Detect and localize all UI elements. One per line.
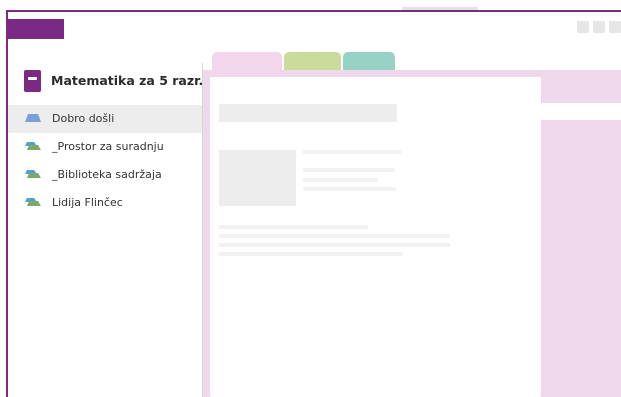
notebook-icon bbox=[24, 70, 41, 92]
image-placeholder bbox=[219, 150, 296, 206]
page-title-placeholder bbox=[219, 104, 397, 122]
section-item-prostor-za-suradnju[interactable]: _Prostor za suradnju bbox=[8, 133, 202, 161]
text-placeholder bbox=[219, 243, 450, 247]
section-icon bbox=[25, 114, 41, 122]
section-label: _Prostor za suradnju bbox=[52, 140, 164, 153]
brand-bar bbox=[8, 19, 64, 39]
window-controls bbox=[577, 21, 621, 33]
section-list: Dobro došli _Prostor za suradnju _Biblio… bbox=[8, 105, 202, 217]
section-group-icon bbox=[25, 170, 41, 178]
text-placeholder bbox=[219, 225, 368, 229]
section-label: _Biblioteka sadržaja bbox=[52, 168, 162, 181]
text-placeholder bbox=[303, 187, 396, 191]
notebook-header[interactable]: Matematika za 5 razr... bbox=[8, 63, 213, 101]
section-label: Lidija Flinčec bbox=[52, 196, 123, 209]
sidebar: Matematika za 5 razr... Dobro došli _Pro… bbox=[8, 63, 213, 397]
section-group-icon bbox=[25, 198, 41, 206]
top-strip bbox=[402, 7, 478, 10]
section-label: Dobro došli bbox=[52, 112, 115, 125]
minimize-button[interactable] bbox=[577, 21, 589, 33]
section-item-lidija-flincec[interactable]: Lidija Flinčec bbox=[8, 189, 202, 217]
section-item-dobro-dosli[interactable]: Dobro došli bbox=[8, 105, 202, 133]
close-button[interactable] bbox=[609, 21, 621, 33]
section-tab-3[interactable] bbox=[343, 52, 395, 72]
section-tab-2[interactable] bbox=[284, 52, 341, 72]
maximize-button[interactable] bbox=[593, 21, 605, 33]
page-canvas[interactable] bbox=[210, 77, 541, 397]
text-placeholder bbox=[219, 252, 403, 256]
notebook-title: Matematika za 5 razr... bbox=[51, 73, 213, 88]
section-tab-1[interactable] bbox=[212, 52, 282, 72]
text-placeholder bbox=[303, 168, 395, 172]
text-placeholder bbox=[219, 234, 450, 238]
page-list-strip bbox=[541, 103, 621, 120]
section-group-icon bbox=[25, 142, 41, 150]
section-item-biblioteka-sadrzaja[interactable]: _Biblioteka sadržaja bbox=[8, 161, 202, 189]
text-placeholder bbox=[303, 178, 378, 182]
text-placeholder bbox=[303, 150, 401, 154]
